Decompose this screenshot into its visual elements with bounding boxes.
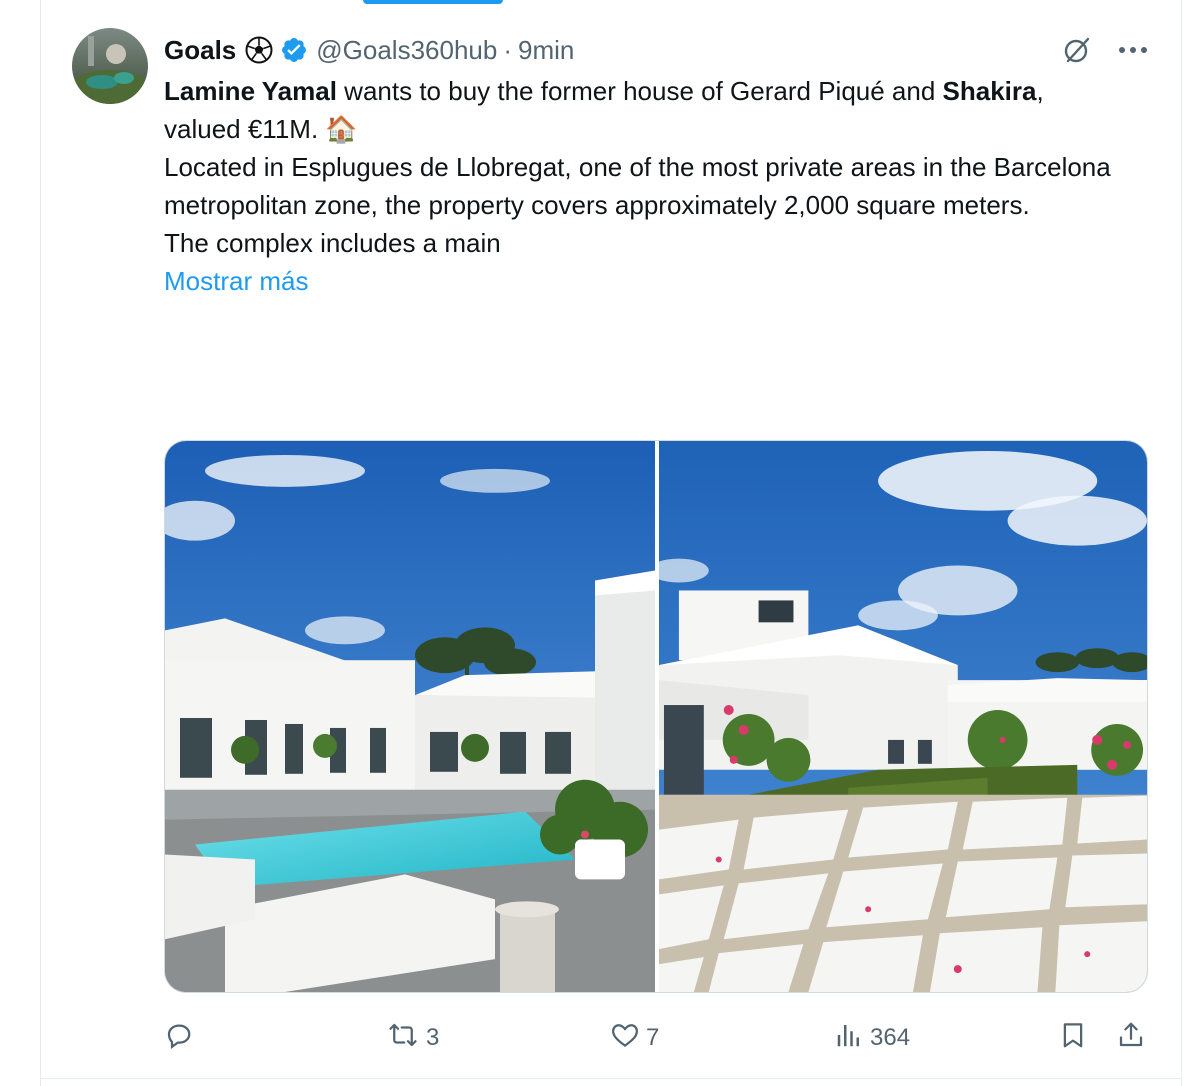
- tweet-paragraph-1: Lamine Yamal wants to buy the former hou…: [164, 72, 1154, 148]
- reply-icon: [164, 1020, 194, 1057]
- share-icon: [1116, 1020, 1146, 1057]
- author-name[interactable]: Goals: [164, 32, 236, 68]
- timestamp[interactable]: 9min: [518, 32, 574, 68]
- separator-dot: ·: [503, 35, 512, 65]
- photo-garden-patio[interactable]: [659, 441, 1147, 992]
- views-icon: [834, 1020, 864, 1057]
- retweet-count: 3: [426, 1024, 440, 1051]
- soccer-ball-icon: [244, 35, 274, 65]
- media-gallery: [164, 440, 1148, 993]
- active-tab-indicator: [363, 0, 503, 4]
- share-button[interactable]: [1116, 1014, 1146, 1062]
- tweet-divider: [40, 1078, 1182, 1079]
- tweet-paragraph-2: Located in Esplugues de Llobregat, one o…: [164, 152, 1111, 220]
- author-handle[interactable]: @Goals360hub: [316, 32, 497, 68]
- mention-shakira: Shakira: [942, 76, 1037, 106]
- tweet-text-line-2: valued €11M.: [164, 114, 326, 144]
- reply-button[interactable]: [164, 1014, 200, 1062]
- verified-badge-icon[interactable]: [280, 36, 308, 64]
- retweet-icon: [386, 1020, 420, 1057]
- grok-icon[interactable]: [1062, 35, 1092, 65]
- bookmark-button[interactable]: [1058, 1014, 1088, 1062]
- retweet-button[interactable]: 3: [386, 1014, 439, 1062]
- tweet-text-part-2: ,: [1036, 76, 1044, 106]
- tweet-header: Goals @Goals360hub · 9min: [164, 30, 574, 70]
- tweet-top-actions: [1062, 30, 1148, 70]
- house-emoji: 🏠: [325, 114, 358, 144]
- more-icon[interactable]: [1118, 46, 1148, 54]
- tweet-text-part-1: wants to buy the former house of Gerard …: [336, 76, 943, 106]
- like-button[interactable]: 7: [610, 1014, 659, 1062]
- heart-icon: [610, 1020, 640, 1057]
- tweet-text: Lamine Yamal wants to buy the former hou…: [164, 72, 1154, 300]
- avatar[interactable]: [72, 28, 148, 104]
- views-button[interactable]: 364: [834, 1014, 910, 1062]
- tweet-actions: 3 7 364: [164, 1014, 1148, 1062]
- photo-pool-house[interactable]: [165, 441, 655, 992]
- bookmark-icon: [1058, 1020, 1088, 1057]
- mention-lamine-yamal: Lamine Yamal: [164, 76, 337, 106]
- views-count: 364: [870, 1024, 911, 1051]
- tweet-paragraph-3: The complex includes a main: [164, 228, 501, 258]
- show-more-link[interactable]: Mostrar más: [164, 262, 1154, 300]
- like-count: 7: [646, 1024, 660, 1051]
